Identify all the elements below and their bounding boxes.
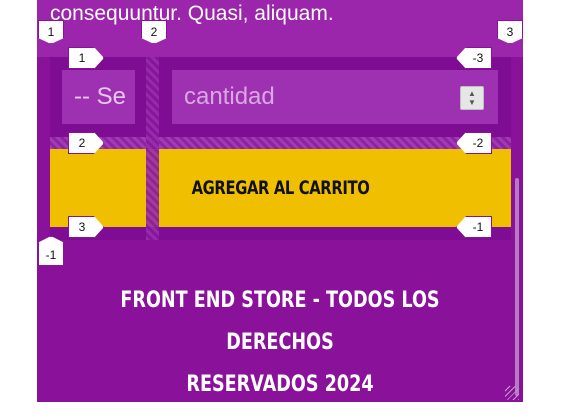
add-to-cart-button[interactable]: AGREGAR AL CARRITO — [50, 149, 511, 227]
quantity-input[interactable]: cantidad ▲ ▼ — [172, 70, 498, 124]
size-select[interactable]: -- Se — [62, 70, 135, 124]
footer-line-1: FRONT END STORE - TODOS LOS DERECHOS — [120, 288, 440, 355]
product-description: consequuntur. Quasi, aliquam. — [50, 2, 334, 25]
product-card: consequuntur. Quasi, aliquam. — [37, 0, 523, 57]
footer: FRONT END STORE - TODOS LOS DERECHOS RES… — [37, 280, 523, 402]
grid-row-gap — [50, 137, 511, 149]
footer-line-2: RESERVADOS 2024 — [186, 372, 374, 397]
scrollbar[interactable] — [515, 178, 519, 396]
quantity-stepper[interactable]: ▲ ▼ — [460, 86, 484, 110]
size-select-value: -- Se — [74, 83, 127, 110]
resize-handle-icon[interactable] — [505, 386, 519, 400]
grid-column-gap — [146, 57, 159, 240]
quantity-placeholder: cantidad — [184, 83, 275, 110]
product-page: consequuntur. Quasi, aliquam. -- Se cant… — [37, 0, 523, 402]
add-to-cart-form: -- Se cantidad ▲ ▼ AGREGAR AL CARRITO — [50, 57, 511, 240]
chevron-down-icon[interactable]: ▼ — [468, 98, 476, 107]
chevron-up-icon[interactable]: ▲ — [468, 89, 476, 98]
